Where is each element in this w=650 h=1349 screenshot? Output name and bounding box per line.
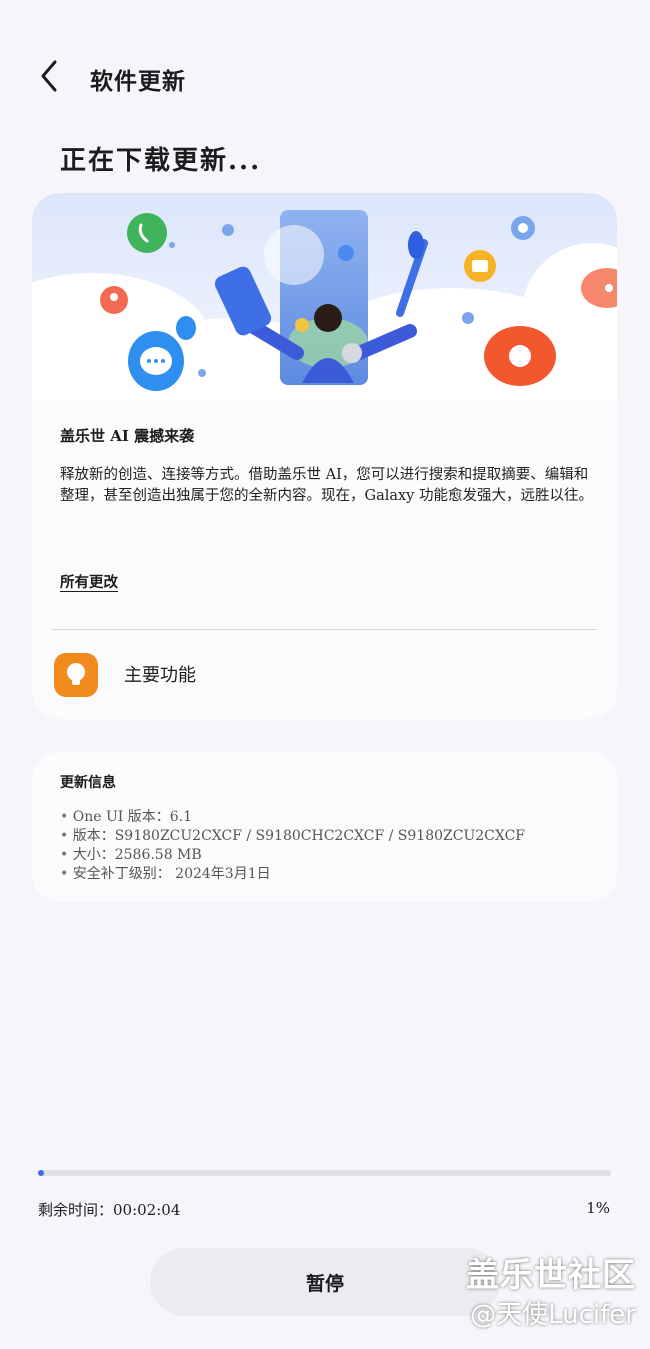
key-features-label: 主要功能 [124,665,196,686]
list-item: 大小：2586.58 MB [60,846,525,865]
update-info-title: 更新信息 [60,775,116,791]
top-bar: 软件更新 [0,48,650,108]
back-button[interactable] [30,56,70,96]
lightbulb-icon [54,653,98,697]
download-progress-bar [38,1170,611,1176]
list-item: 版本：S9180ZCU2CXCF / S9180CHC2CXCF / S9180… [60,827,525,846]
galaxy-ai-banner-illustration [32,193,617,401]
key-features-row[interactable]: 主要功能 [32,641,617,709]
update-details-card: 盖乐世 AI 震撼来袭 释放新的创造、连接等方式。借助盖乐世 AI，您可以进行搜… [32,193,617,719]
watermark-community: 盖乐世社区 [466,1255,636,1294]
divider [52,629,597,630]
progress-percent: 1% [586,1199,610,1217]
pause-button[interactable]: 暂停 [150,1248,500,1316]
list-item: One UI 版本：6.1 [60,808,525,827]
update-info-list: One UI 版本：6.1 版本：S9180ZCU2CXCF / S9180CH… [60,808,525,884]
download-status-heading: 正在下载更新... [60,146,262,176]
remaining-time: 剩余时间：00:02:04 [38,1201,181,1219]
galaxy-ai-title: 盖乐世 AI 震撼来袭 [60,427,195,445]
update-info-card: 更新信息 One UI 版本：6.1 版本：S9180ZCU2CXCF / S9… [32,752,617,902]
page-title: 软件更新 [90,68,186,95]
update-description: 释放新的创造、连接等方式。借助盖乐世 AI，您可以进行搜索和提取摘要、编辑和整理… [60,467,593,504]
all-changes-link[interactable]: 所有更改 [60,571,118,592]
list-item: 安全补丁级别： 2024年3月1日 [60,865,525,884]
watermark-author: @天使Lucifer [470,1300,636,1330]
download-progress-fill [38,1170,44,1176]
chevron-left-icon [41,60,57,92]
